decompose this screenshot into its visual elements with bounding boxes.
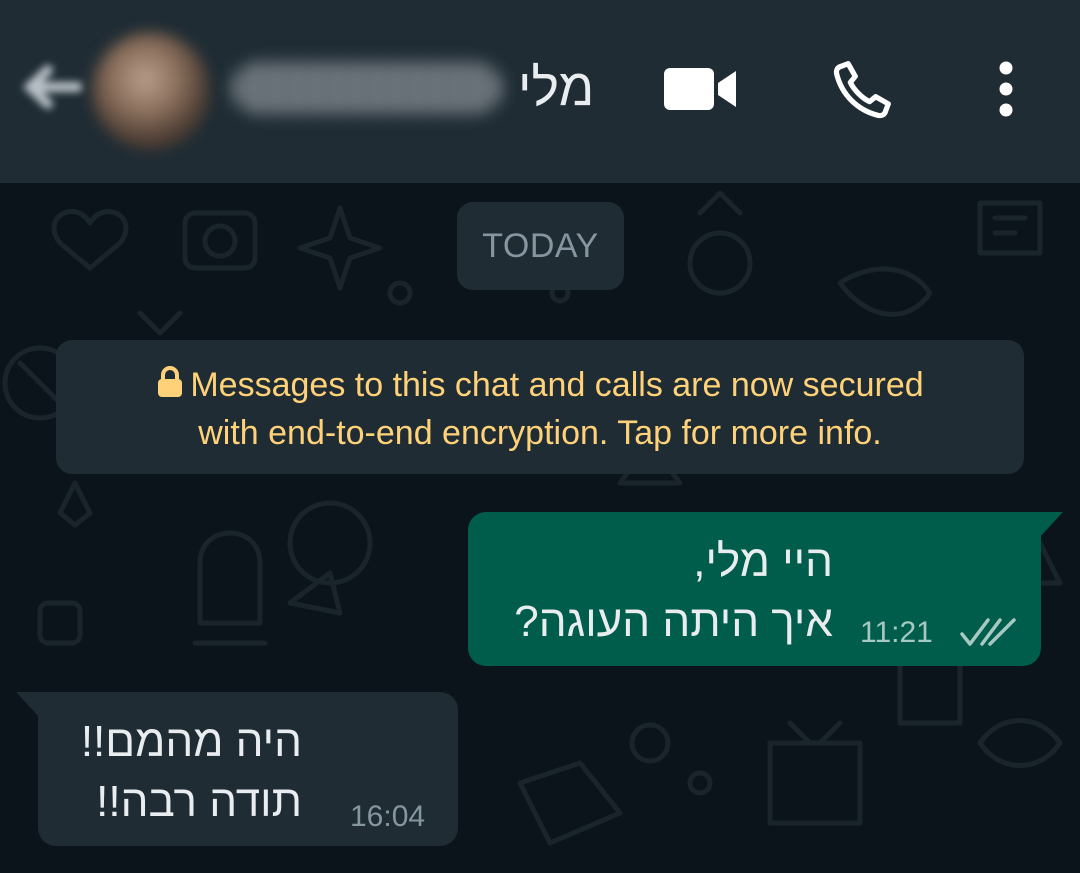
encryption-notice[interactable]: Messages to this chat and calls are now … bbox=[56, 340, 1024, 474]
encryption-notice-line1: Messages to this chat and calls are now … bbox=[56, 361, 1024, 409]
message-text-line: היי מלי, bbox=[693, 537, 833, 586]
voice-call-icon[interactable] bbox=[830, 56, 896, 122]
message-text-line: איך היתה העוגה? bbox=[514, 597, 833, 646]
read-receipt-icon bbox=[960, 618, 1016, 646]
message-time: 11:21 bbox=[860, 616, 933, 649]
lock-icon bbox=[158, 366, 183, 397]
contact-avatar[interactable] bbox=[92, 32, 210, 150]
chat-header: מלי bbox=[0, 0, 1080, 183]
message-time: 16:04 bbox=[350, 800, 426, 833]
video-call-icon[interactable] bbox=[662, 66, 738, 112]
message-text-line: היה מהמם!! bbox=[80, 717, 302, 766]
message-text-line: תודה רבה!! bbox=[96, 777, 302, 826]
back-arrow-icon[interactable] bbox=[22, 62, 82, 112]
encryption-notice-text-1: Messages to this chat and calls are now … bbox=[190, 366, 924, 404]
redacted-contact-name[interactable] bbox=[232, 62, 502, 114]
contact-name[interactable]: מלי bbox=[518, 56, 594, 120]
incoming-message-bubble[interactable]: היה מהמם!! תודה רבה!! 16:04 bbox=[16, 692, 458, 846]
more-options-icon[interactable] bbox=[986, 58, 1026, 120]
bubble-tail bbox=[16, 692, 40, 718]
chat-area[interactable]: TODAY Messages to this chat and calls ar… bbox=[0, 183, 1080, 873]
outgoing-message-bubble[interactable]: היי מלי, איך היתה העוגה? 11:21 bbox=[468, 512, 1063, 666]
date-chip: TODAY bbox=[457, 202, 624, 290]
bubble-tail bbox=[1039, 512, 1063, 538]
encryption-notice-line2: with end-to-end encryption. Tap for more… bbox=[198, 414, 882, 452]
